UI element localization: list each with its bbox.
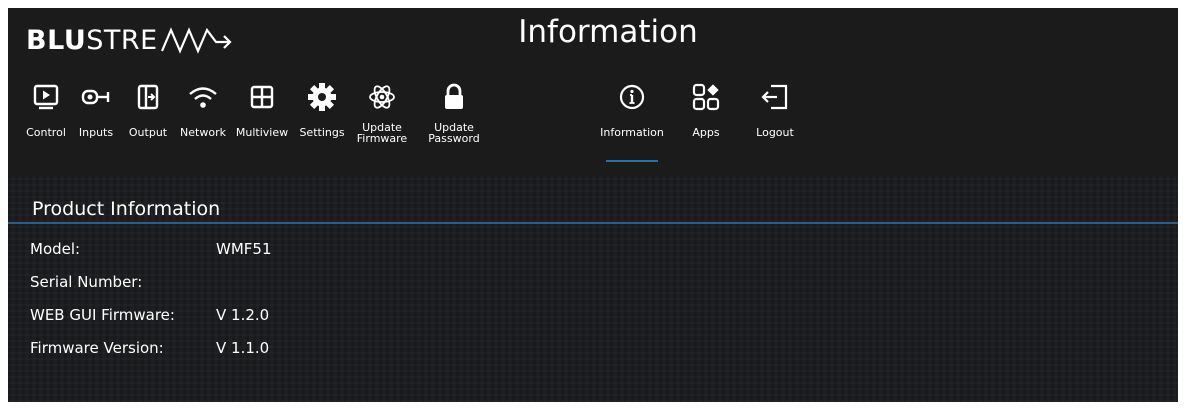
info-value: WMF51 (216, 240, 272, 258)
info-label: Model: (30, 240, 81, 258)
info-label: Serial Number: (30, 273, 143, 291)
logo-wave-arrow-icon (160, 27, 232, 54)
page-title: Information (518, 14, 698, 50)
grid-icon (230, 80, 294, 114)
logout-icon (743, 80, 807, 114)
nav-label: Update Password (428, 121, 480, 145)
lock-icon (422, 80, 486, 114)
section-title: Product Information (32, 198, 221, 220)
nav-item-multiview[interactable]: Multiview (230, 80, 294, 160)
nav-label: Apps (692, 126, 720, 139)
logo-text-bold: BLU (26, 24, 87, 56)
content-panel: Product Information Model: WMF51 Serial … (8, 176, 1178, 402)
nav-item-update-firmware[interactable]: Update Firmware (350, 80, 414, 160)
info-icon (600, 80, 664, 114)
apps-icon (674, 80, 738, 114)
gear-icon (290, 80, 354, 114)
section-divider (8, 222, 1178, 224)
nav-item-apps[interactable]: Apps (674, 80, 738, 160)
info-value: V 1.1.0 (216, 339, 270, 357)
top-bar: BLUSTRE Information Control Inputs Outp (8, 8, 1178, 176)
info-label: WEB GUI Firmware: (30, 306, 175, 324)
nav-label: Update Firmware (356, 121, 408, 145)
nav-label: Information (600, 126, 664, 139)
blustream-logo: BLU STRE (26, 22, 234, 58)
active-tab-indicator (606, 160, 658, 162)
nav-item-network[interactable]: Network (171, 80, 235, 160)
logo-text-light: STRE (86, 24, 158, 56)
app-window: BLUSTRE Information Control Inputs Outp (8, 8, 1178, 402)
nav-item-logout[interactable]: Logout (743, 80, 807, 160)
nav-item-update-password[interactable]: Update Password (422, 80, 486, 160)
nav-item-information[interactable]: Information (600, 80, 664, 162)
atom-icon (350, 80, 414, 114)
nav-label: Logout (756, 126, 794, 139)
info-label: Firmware Version: (30, 339, 164, 357)
info-value: V 1.2.0 (216, 306, 270, 324)
nav-item-settings[interactable]: Settings (290, 80, 354, 160)
wifi-icon (171, 80, 235, 114)
